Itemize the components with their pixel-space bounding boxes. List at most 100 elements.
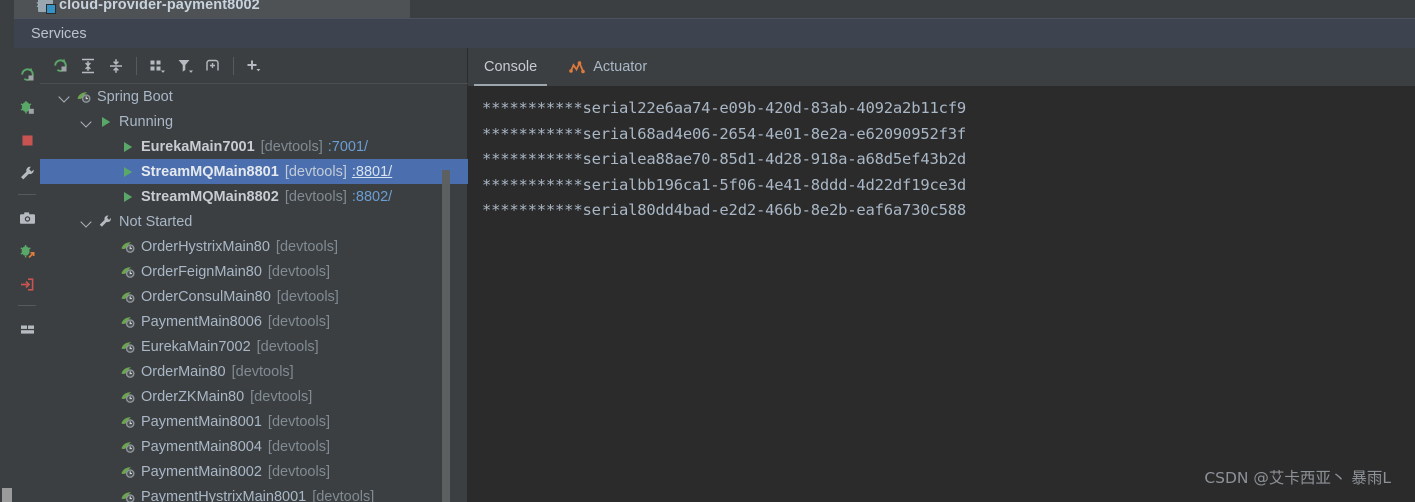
- run-green-icon: [118, 165, 137, 179]
- tree-row-ordermain80[interactable]: OrderMain80 [devtools]: [40, 359, 468, 384]
- strip-divider: [18, 194, 36, 195]
- services-tree[interactable]: Spring Boot Running EurekaMain7001 [devtool…: [40, 84, 468, 502]
- tree-row-paymentmain8001[interactable]: PaymentMain8001 [devtools]: [40, 409, 468, 434]
- tree-row-label: OrderMain80: [141, 363, 226, 380]
- tree-row-streammqmain8801[interactable]: StreamMQMain8801 [devtools] :8801/: [40, 159, 468, 184]
- spring-boot-icon: [118, 314, 137, 330]
- project-tab-strip: cloud-provider-payment8002 ›: [0, 0, 1415, 18]
- spring-boot-icon: [118, 364, 137, 380]
- collapse-all-icon[interactable]: [102, 52, 130, 80]
- tree-row-paymentmain8002[interactable]: PaymentMain8002 [devtools]: [40, 459, 468, 484]
- service-port-link[interactable]: :8802/: [352, 189, 392, 205]
- services-tool-window: cloud-provider-payment8002 › Services Sp…: [0, 0, 1415, 502]
- spring-boot-icon: [118, 289, 137, 305]
- services-title: Services: [31, 25, 87, 42]
- spring-boot-icon: [118, 239, 137, 255]
- spring-boot-icon: [118, 264, 137, 280]
- tree-row-orderfeignmain80[interactable]: OrderFeignMain80 [devtools]: [40, 259, 468, 284]
- camera-snapshot-icon[interactable]: [14, 202, 40, 235]
- devtools-badge: [devtools]: [284, 163, 347, 180]
- chevron-right-icon[interactable]: ›: [36, 0, 40, 14]
- devtools-badge: [devtools]: [267, 413, 330, 430]
- tree-row-eurekamain7002[interactable]: EurekaMain7002 [devtools]: [40, 334, 468, 359]
- devtools-badge: [devtools]: [267, 263, 330, 280]
- toolbar-divider: [136, 56, 137, 75]
- tree-scrollbar-thumb[interactable]: [442, 170, 450, 502]
- spring-boot-icon: [118, 389, 137, 405]
- tree-row-paymentmain8004[interactable]: PaymentMain8004 [devtools]: [40, 434, 468, 459]
- console-line: ***********serialbb196ca1-5f06-4e41-8ddd…: [482, 175, 966, 194]
- content-tab-bar: Console Actuator: [468, 48, 1415, 86]
- tree-row-label: EurekaMain7002: [141, 338, 251, 355]
- chevron-down-icon[interactable]: [80, 215, 93, 228]
- services-tree-panel: Spring Boot Running EurekaMain7001 [devtool…: [40, 48, 468, 502]
- tree-row-paymentmain8006[interactable]: PaymentMain8006 [devtools]: [40, 309, 468, 334]
- devtools-badge: [devtools]: [250, 388, 313, 405]
- rerun-icon[interactable]: [46, 52, 74, 80]
- tree-row-label: StreamMQMain8801: [141, 163, 279, 180]
- tree-row-not-started[interactable]: Not Started: [40, 209, 468, 234]
- tree-row-label: PaymentHystrixMain8001: [141, 488, 307, 502]
- tree-row-label: PaymentMain8004: [141, 438, 262, 455]
- devtools-badge: [devtools]: [312, 488, 375, 502]
- rerun-icon[interactable]: [14, 58, 40, 91]
- chevron-down-icon[interactable]: [80, 115, 93, 128]
- filter-icon[interactable]: [171, 52, 199, 80]
- spring-boot-icon: [118, 439, 137, 455]
- tree-row-streammqmain8802[interactable]: StreamMQMain8802 [devtools] :8802/: [40, 184, 468, 209]
- stop-icon[interactable]: [14, 124, 40, 157]
- tree-row-orderhystrixmain80[interactable]: OrderHystrixMain80 [devtools]: [40, 234, 468, 259]
- tree-row-paymenthystrixmain8001[interactable]: PaymentHystrixMain8001 [devtools]: [40, 484, 468, 502]
- layout-icon[interactable]: [14, 313, 40, 346]
- project-tab[interactable]: cloud-provider-payment8002: [14, 0, 410, 18]
- project-tab-label: cloud-provider-payment8002: [59, 0, 260, 13]
- tree-row-label: EurekaMain7001: [141, 138, 255, 155]
- tree-row-orderzkmain80[interactable]: OrderZKMain80 [devtools]: [40, 384, 468, 409]
- watermark-text: CSDN @艾卡西亚丶 暴雨L: [1204, 469, 1391, 487]
- service-port-link[interactable]: :8801/: [352, 164, 392, 180]
- devtools-badge: [devtools]: [284, 188, 347, 205]
- tree-row-eurekamain7001[interactable]: EurekaMain7001 [devtools]:7001/: [40, 134, 468, 159]
- tree-row-label: Spring Boot: [97, 88, 173, 105]
- console-output[interactable]: ***********serial22e6aa74-e09b-420d-83ab…: [468, 86, 1415, 502]
- tree-scrollbar-track[interactable]: [442, 84, 459, 502]
- tree-row-orderconsulmain80[interactable]: OrderConsulMain80 [devtools]: [40, 284, 468, 309]
- tree-row-label: OrderHystrixMain80: [141, 238, 270, 255]
- tab-console[interactable]: Console: [468, 48, 553, 86]
- console-line: ***********serial22e6aa74-e09b-420d-83ab…: [482, 99, 966, 117]
- service-port-link[interactable]: :7001/: [328, 139, 368, 155]
- spring-boot-icon: [74, 89, 93, 105]
- spring-boot-icon: [118, 414, 137, 430]
- attach-debugger-icon[interactable]: [14, 235, 40, 268]
- chevron-down-icon[interactable]: [58, 90, 71, 103]
- tab-actuator[interactable]: Actuator: [553, 48, 663, 86]
- debug-icon[interactable]: [14, 91, 40, 124]
- editor-left-rail: [0, 18, 14, 502]
- run-content-panel: Console Actuator ***********serial22e6aa7…: [468, 48, 1415, 502]
- devtools-badge: [devtools]: [276, 288, 339, 305]
- tab-label: Actuator: [593, 59, 648, 75]
- add-service-icon[interactable]: [240, 52, 268, 80]
- console-line: ***********serial68ad4e06-2654-4e01-8e2a…: [482, 124, 966, 143]
- tree-row-label: StreamMQMain8802: [141, 188, 279, 205]
- devtools-badge: [devtools]: [267, 438, 330, 455]
- devtools-badge: [devtools]: [267, 313, 330, 330]
- devtools-badge: [devtools]: [267, 463, 330, 480]
- wrench-settings-icon[interactable]: [14, 157, 40, 190]
- group-by-icon[interactable]: [143, 52, 171, 80]
- tree-row-label: OrderZKMain80: [141, 388, 245, 405]
- run-green-icon: [118, 140, 137, 154]
- tree-row-label: PaymentMain8001: [141, 413, 262, 430]
- spring-boot-icon: [118, 489, 137, 502]
- tree-row-running[interactable]: Running: [40, 109, 468, 134]
- run-actions-strip: [14, 48, 40, 502]
- rail-marker: [2, 488, 12, 502]
- console-line: ***********serial80dd4bad-e2d2-466b-8e2b…: [482, 201, 966, 219]
- log-in-icon[interactable]: [14, 268, 40, 301]
- tree-row-spring-boot[interactable]: Spring Boot: [40, 84, 468, 109]
- module-icon: [38, 0, 56, 14]
- console-line: ***********serialea88ae70-85d1-4d28-918a…: [482, 150, 966, 168]
- devtools-badge: [devtools]: [256, 338, 319, 355]
- expand-all-icon[interactable]: [74, 52, 102, 80]
- add-tab-icon[interactable]: [199, 52, 227, 80]
